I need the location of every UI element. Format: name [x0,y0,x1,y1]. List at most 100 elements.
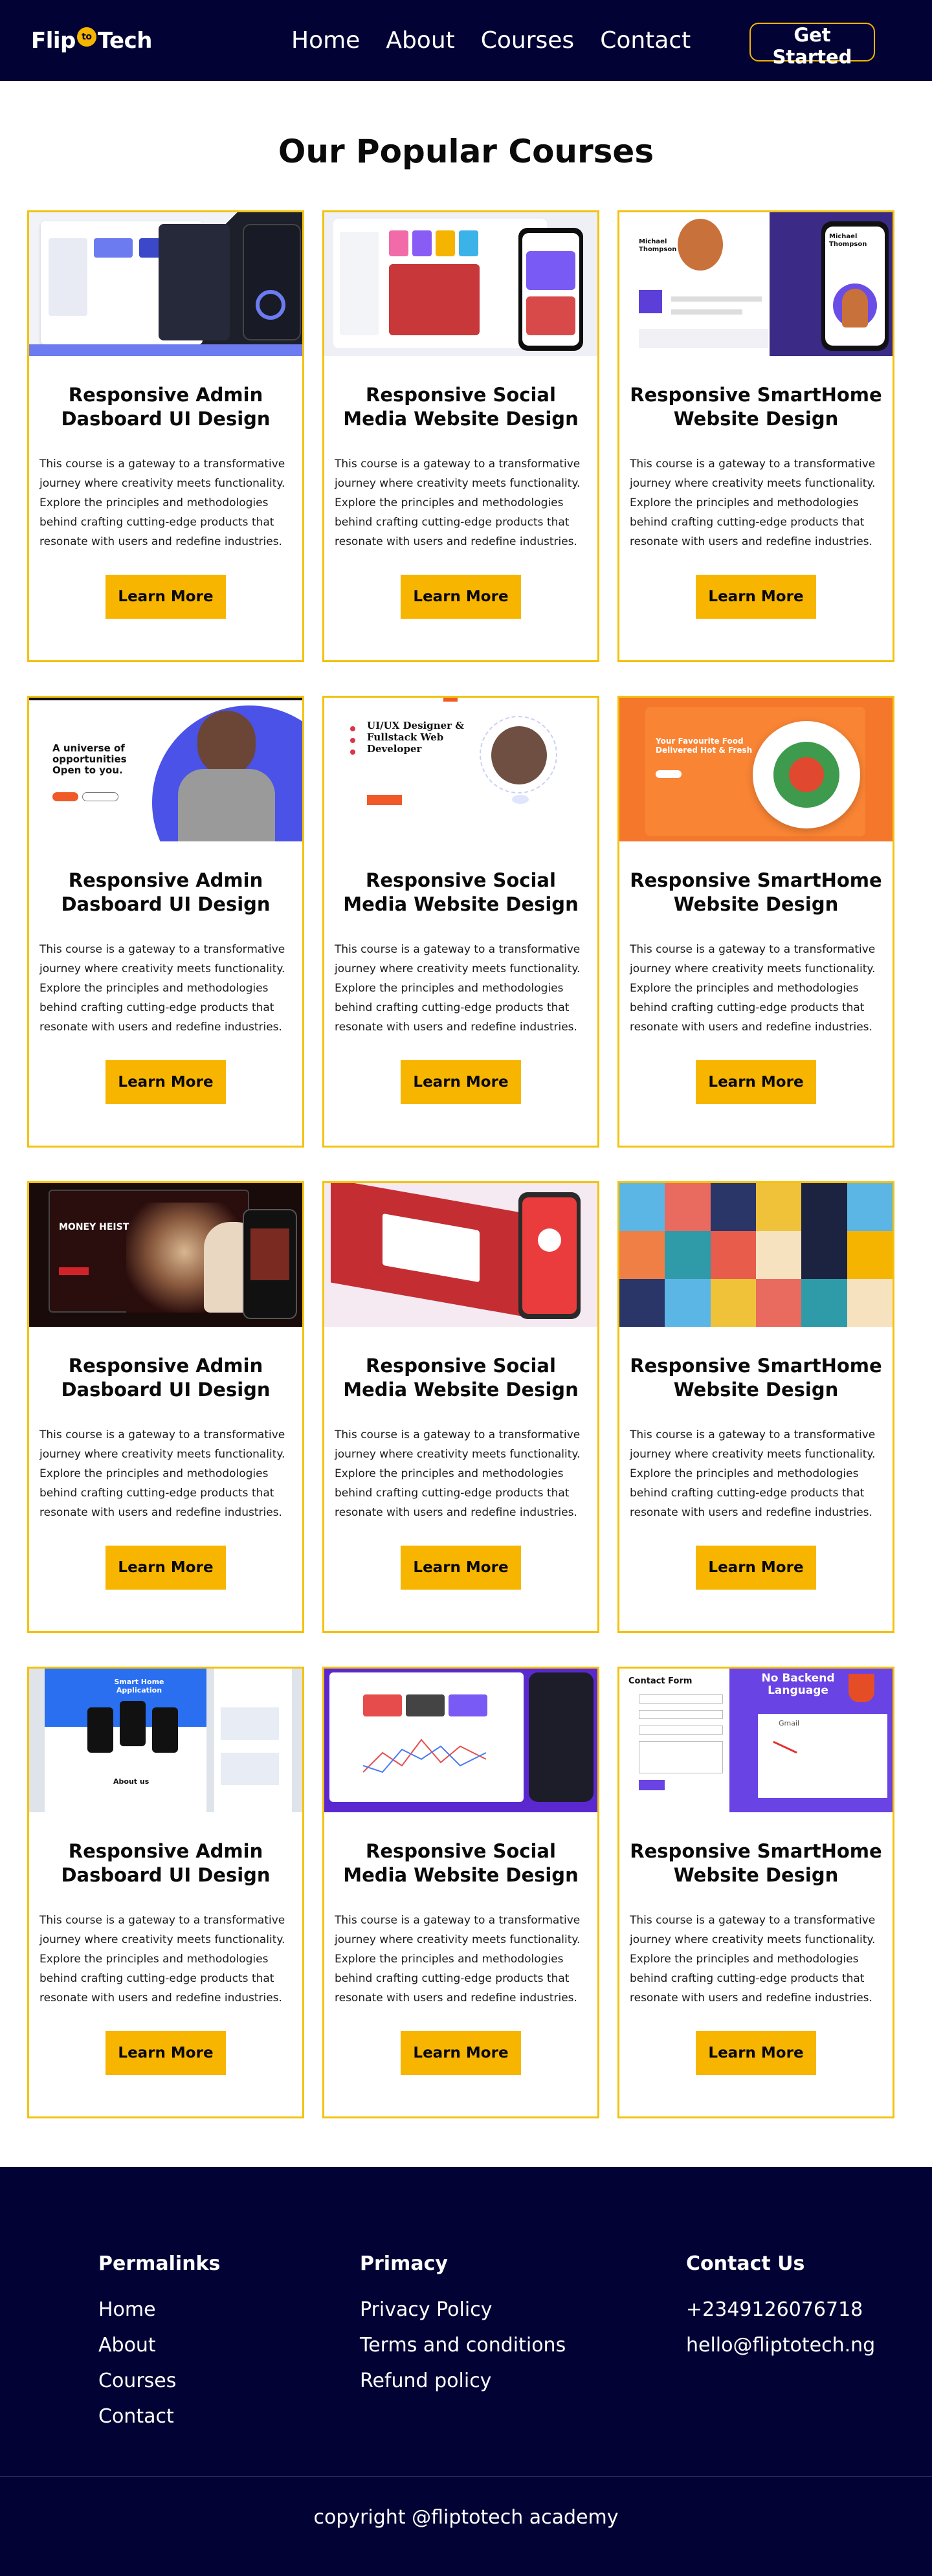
card-title: Responsive Admin Dasboard UI Design [61,1840,271,1886]
card-description: This course is a gateway to a transforma… [335,1914,581,2004]
card-description: This course is a gateway to a transforma… [39,1914,285,2004]
course-card: Michael Thompson Michael Thompson Respon… [617,210,894,662]
card-description: This course is a gateway to a transforma… [335,943,581,1034]
site-header: Flip to Tech Home About Courses Contact … [0,0,932,81]
card-description: This course is a gateway to a transforma… [630,1914,876,2004]
card-title: Responsive Social Media Website Design [343,384,579,430]
card-title: Responsive Social Media Website Design [343,1355,579,1401]
logo-prefix: Flip [31,27,76,54]
card-title: Responsive SmartHome Website Design [630,384,882,430]
smart-home-headline: Smart Home Application [114,1678,164,1694]
contact-form-title: Contact Form [628,1676,693,1686]
course-card: Responsive Admin Dasboard UI Design This… [27,210,304,662]
footer-divider [0,2476,932,2477]
permalinks-heading: Permalinks [98,2252,221,2275]
card-description: This course is a gateway to a transforma… [39,458,285,548]
portfolio-name: Michael Thompson [639,238,677,253]
learn-more-button[interactable]: Learn More [696,1546,816,1590]
footer-link-terms[interactable]: Terms and conditions [360,2327,566,2363]
learn-more-button[interactable]: Learn More [401,1060,521,1104]
learn-more-button[interactable]: Learn More [105,1546,226,1590]
learn-more-button[interactable]: Learn More [401,2031,521,2075]
card-description: This course is a gateway to a transforma… [630,458,876,548]
course-card: Responsive SmartHome Website Design This… [617,1181,894,1633]
social-media-app-thumbnail [324,212,597,356]
footer-email[interactable]: hello@fliptotech.ng [686,2327,875,2363]
footer-contact: Contact Us +2349126076718 hello@fliptote… [686,2252,875,2363]
footer-phone[interactable]: +2349126076718 [686,2292,875,2327]
course-card: A universe of opportunities Open to you.… [27,696,304,1148]
nav-about[interactable]: About [386,27,454,54]
card-description: This course is a gateway to a transforma… [630,1428,876,1519]
gmail-label: Gmail [779,1719,800,1727]
contact-form-thumbnail: Contact Form No Backend Language Gmail [619,1669,893,1812]
nav-courses[interactable]: Courses [481,27,574,54]
course-card: Smart Home Application About us Responsi… [27,1667,304,2118]
learn-more-button[interactable]: Learn More [696,1060,816,1104]
icon-grid-thumbnail [619,1183,893,1327]
card-title: Responsive Social Media Website Design [343,869,579,915]
card-title: Responsive SmartHome Website Design [630,1840,882,1886]
card-description: This course is a gateway to a transforma… [39,943,285,1034]
line-chart-icon [363,1738,487,1773]
learn-more-button[interactable]: Learn More [105,1060,226,1104]
universe-headline: A universe of opportunities Open to you. [52,742,127,776]
smart-home-thumbnail: Smart Home Application About us [29,1669,302,1812]
learn-more-button[interactable]: Learn More [401,575,521,619]
footer-link-about[interactable]: About [98,2327,220,2363]
money-heist-title: MONEY HEIST [59,1222,129,1232]
card-description: This course is a gateway to a transforma… [335,458,581,548]
footer-link-home[interactable]: Home [98,2292,220,2327]
main-nav: Home About Courses Contact [291,0,691,81]
learn-more-button[interactable]: Learn More [105,575,226,619]
site-footer: Permalinks Home About Courses Contact Pr… [0,2167,932,2576]
card-title: Responsive Admin Dasboard UI Design [61,869,271,915]
course-card: Your Favourite Food Delivered Hot & Fres… [617,696,894,1148]
footer-link-privacy[interactable]: Privacy Policy [360,2292,566,2327]
portfolio-thumbnail: Michael Thompson Michael Thompson [619,212,893,356]
logo-suffix: Tech [97,27,153,54]
card-title: Responsive Social Media Website Design [343,1840,579,1886]
uiux-thumbnail: UI/UX Designer & Fullstack Web Developer [324,698,597,841]
card-description: This course is a gateway to a transforma… [630,943,876,1034]
footer-primacy: Primacy Privacy Policy Terms and conditi… [360,2252,566,2399]
card-title: Responsive SmartHome Website Design [630,1355,882,1401]
contact-heading: Contact Us [686,2252,805,2275]
footer-link-contact[interactable]: Contact [98,2399,220,2434]
course-card: UI/UX Designer & Fullstack Web Developer… [322,696,599,1148]
section-title: Our Popular Courses [278,133,654,170]
portfolio-name-mobile: Michael Thompson [829,233,867,248]
course-card: Responsive Social Media Website Design T… [322,210,599,662]
learn-more-button[interactable]: Learn More [696,2031,816,2075]
learn-more-button[interactable]: Learn More [105,2031,226,2075]
food-headline: Your Favourite Food Delivered Hot & Fres… [656,737,753,755]
admin-dashboard-thumbnail [29,212,302,356]
learn-more-button[interactable]: Learn More [401,1546,521,1590]
course-card: Responsive Social Media Website Design T… [322,1667,599,2118]
nav-home[interactable]: Home [291,27,360,54]
money-heist-thumbnail: MONEY HEIST [29,1183,302,1327]
copyright-text: copyright @fliptotech academy [313,2506,619,2529]
card-title: Responsive Admin Dasboard UI Design [61,1355,271,1401]
primacy-heading: Primacy [360,2252,448,2275]
uiux-headline: UI/UX Designer & Fullstack Web Developer [367,720,464,755]
course-card: Responsive Social Media Website Design T… [322,1181,599,1633]
footer-link-courses[interactable]: Courses [98,2363,220,2399]
logo-to-badge: to [76,27,96,47]
food-thumbnail: Your Favourite Food Delivered Hot & Fres… [619,698,893,841]
no-backend-badge: No Backend Language [761,1672,835,1697]
course-card: MONEY HEIST Responsive Admin Dasboard UI… [27,1181,304,1633]
card-description: This course is a gateway to a transforma… [335,1428,581,1519]
courses-grid: Responsive Admin Dasboard UI Design This… [0,210,932,2118]
nav-contact[interactable]: Contact [600,27,691,54]
card-description: This course is a gateway to a transforma… [39,1428,285,1519]
get-started-button[interactable]: Get Started [749,23,875,68]
course-card: Contact Form No Backend Language Gmail R… [617,1667,894,2118]
universe-thumbnail: A universe of opportunities Open to you. [29,698,302,841]
footer-link-refund[interactable]: Refund policy [360,2363,566,2399]
card-title: Responsive Admin Dasboard UI Design [61,384,271,430]
about-us-label: About us [113,1777,150,1786]
logo[interactable]: Flip to Tech [31,27,153,54]
analytics-dashboard-thumbnail [324,1669,597,1812]
learn-more-button[interactable]: Learn More [696,575,816,619]
